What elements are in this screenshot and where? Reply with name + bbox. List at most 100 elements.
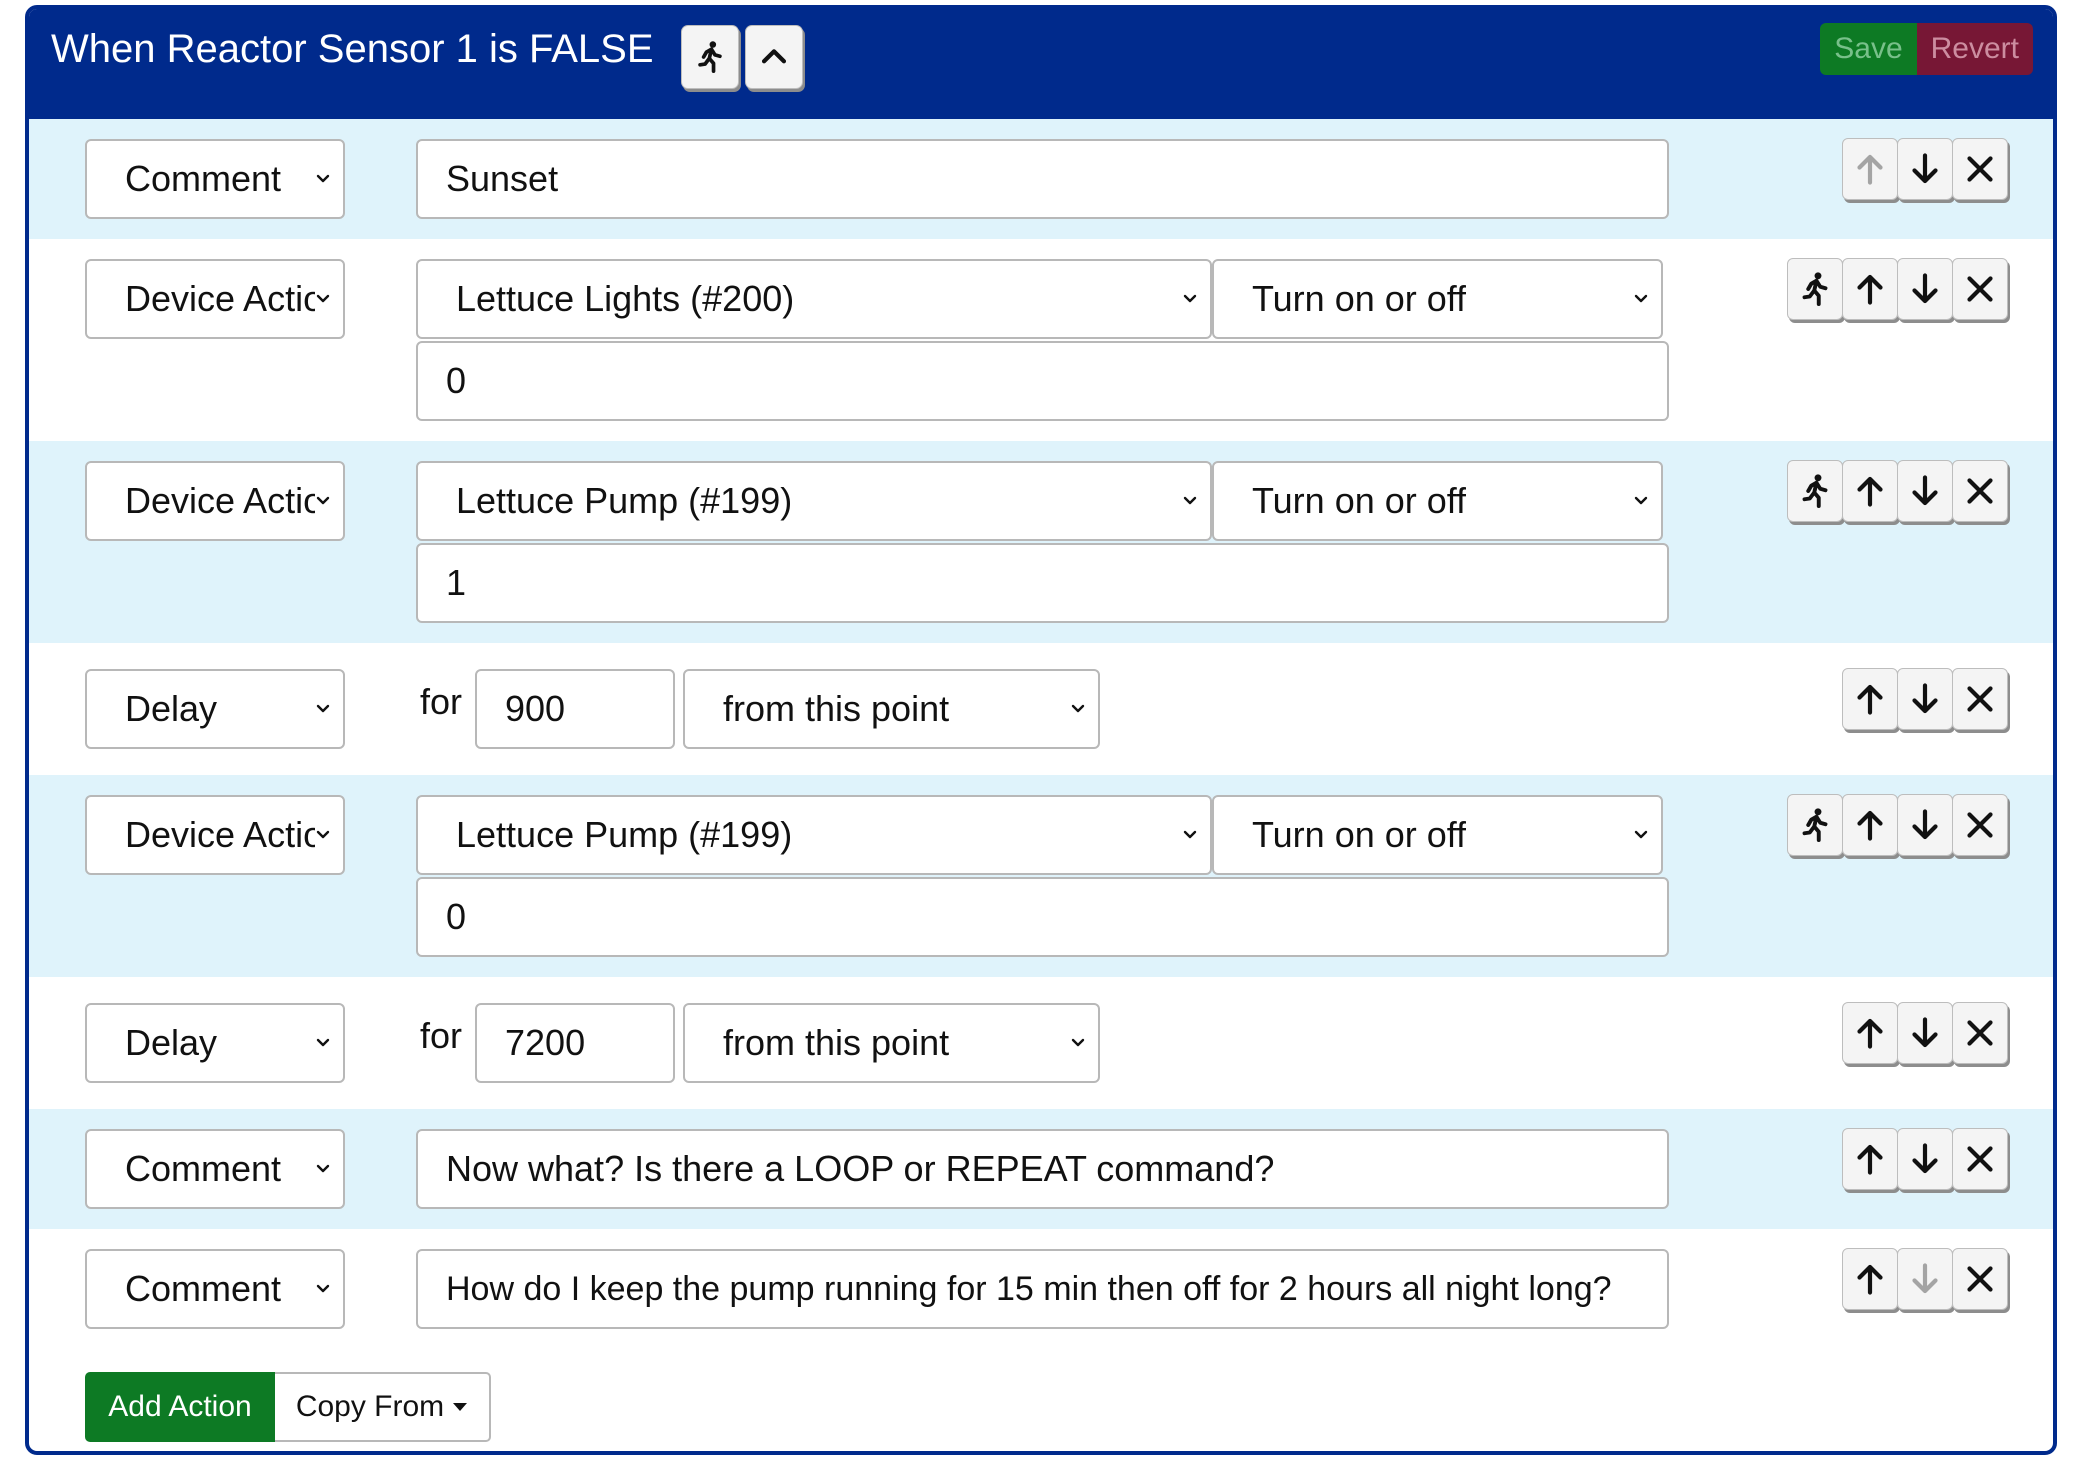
move-down-button[interactable] <box>1897 1002 1953 1064</box>
action-row: Comment How do I keep the pump running f… <box>29 1229 2053 1349</box>
delay-mode-select[interactable]: from this point <box>683 1003 1100 1083</box>
arrow-up-icon <box>1852 473 1888 509</box>
arrow-down-icon <box>1907 807 1943 843</box>
chevron-down-icon <box>1182 495 1198 507</box>
move-up-button[interactable] <box>1842 1002 1898 1064</box>
run-icon <box>1797 473 1833 509</box>
move-up-button[interactable] <box>1842 794 1898 856</box>
revert-button[interactable]: Revert <box>1916 23 2033 75</box>
action-type-select[interactable]: Delay <box>85 1003 345 1083</box>
chevron-up-icon <box>757 40 791 74</box>
action-type-select[interactable]: Comment <box>85 1249 345 1329</box>
chevron-down-icon <box>315 829 331 841</box>
comment-input[interactable]: Now what? Is there a LOOP or REPEAT comm… <box>416 1129 1669 1209</box>
action-value-input[interactable]: 1 <box>416 543 1669 623</box>
delete-button[interactable] <box>1952 1002 2008 1064</box>
activity-header: When Reactor Sensor 1 is FALSE Save Reve… <box>29 9 2053 119</box>
arrow-up-icon <box>1852 271 1888 307</box>
action-type-select[interactable]: Delay <box>85 669 345 749</box>
save-revert-group: Save Revert <box>1820 23 2033 75</box>
arrow-down-icon <box>1907 1261 1943 1297</box>
arrow-down-icon <box>1907 271 1943 307</box>
arrow-down-icon <box>1907 1015 1943 1051</box>
run-action-button[interactable] <box>1787 460 1843 522</box>
collapse-button[interactable] <box>745 25 803 89</box>
close-icon <box>1962 271 1998 307</box>
device-select[interactable]: Lettuce Lights (#200) <box>416 259 1212 339</box>
delay-seconds-input[interactable]: 900 <box>475 669 675 749</box>
action-value-input[interactable]: 0 <box>416 877 1669 957</box>
move-down-button[interactable] <box>1897 258 1953 320</box>
arrow-down-icon <box>1907 681 1943 717</box>
device-action-select[interactable]: Turn on or off <box>1212 259 1663 339</box>
move-down-button[interactable] <box>1897 460 1953 522</box>
arrow-up-icon <box>1852 1141 1888 1177</box>
chevron-down-icon <box>1633 829 1649 841</box>
action-type-select[interactable]: Comment <box>85 139 345 219</box>
delete-button[interactable] <box>1952 794 2008 856</box>
for-label: for <box>420 1015 463 1056</box>
action-row: Delay for 900 from this point <box>29 643 2053 775</box>
move-up-button[interactable] <box>1842 668 1898 730</box>
delete-button[interactable] <box>1952 138 2008 200</box>
chevron-down-icon <box>315 495 331 507</box>
arrow-up-icon <box>1852 1261 1888 1297</box>
move-up-button[interactable] <box>1842 460 1898 522</box>
delay-seconds-input[interactable]: 7200 <box>475 1003 675 1083</box>
action-row: Comment Now what? Is there a LOOP or REP… <box>29 1109 2053 1229</box>
arrow-up-icon <box>1852 681 1888 717</box>
run-icon <box>693 40 727 74</box>
run-icon <box>1797 271 1833 307</box>
action-row: Device Action Lettuce Pump (#199) Turn o… <box>29 775 2053 977</box>
delete-button[interactable] <box>1952 258 2008 320</box>
activity-title: When Reactor Sensor 1 is FALSE <box>51 27 654 71</box>
move-up-button[interactable] <box>1842 1128 1898 1190</box>
chevron-down-icon <box>315 1163 331 1175</box>
chevron-down-icon <box>1070 1037 1086 1049</box>
close-icon <box>1962 473 1998 509</box>
action-row: Device Action Lettuce Pump (#199) Turn o… <box>29 441 2053 643</box>
arrow-down-icon <box>1907 151 1943 187</box>
move-up-button[interactable] <box>1842 1248 1898 1310</box>
device-action-select[interactable]: Turn on or off <box>1212 795 1663 875</box>
close-icon <box>1962 1261 1998 1297</box>
run-activity-button[interactable] <box>681 25 739 89</box>
chevron-down-icon <box>1633 293 1649 305</box>
run-icon <box>1797 807 1833 843</box>
arrow-up-icon <box>1852 807 1888 843</box>
comment-input[interactable]: Sunset <box>416 139 1669 219</box>
device-select[interactable]: Lettuce Pump (#199) <box>416 795 1212 875</box>
action-type-select[interactable]: Comment <box>85 1129 345 1209</box>
save-button[interactable]: Save <box>1820 23 1917 75</box>
close-icon <box>1962 151 1998 187</box>
move-down-button[interactable] <box>1897 1128 1953 1190</box>
chevron-down-icon <box>315 703 331 715</box>
close-icon <box>1962 1141 1998 1177</box>
run-action-button[interactable] <box>1787 258 1843 320</box>
add-action-button[interactable]: Add Action <box>85 1372 275 1442</box>
move-up-button[interactable] <box>1842 138 1898 200</box>
chevron-down-icon <box>1182 293 1198 305</box>
arrow-down-icon <box>1907 1141 1943 1177</box>
move-up-button[interactable] <box>1842 258 1898 320</box>
close-icon <box>1962 807 1998 843</box>
delete-button[interactable] <box>1952 668 2008 730</box>
copy-from-button[interactable]: Copy From <box>275 1372 491 1442</box>
delete-button[interactable] <box>1952 1128 2008 1190</box>
delete-button[interactable] <box>1952 1248 2008 1310</box>
action-type-select[interactable]: Device Action <box>85 461 345 541</box>
device-action-select[interactable]: Turn on or off <box>1212 461 1663 541</box>
device-select[interactable]: Lettuce Pump (#199) <box>416 461 1212 541</box>
move-down-button[interactable] <box>1897 1248 1953 1310</box>
delete-button[interactable] <box>1952 460 2008 522</box>
action-value-input[interactable]: 0 <box>416 341 1669 421</box>
move-down-button[interactable] <box>1897 138 1953 200</box>
run-action-button[interactable] <box>1787 794 1843 856</box>
arrow-up-icon <box>1852 151 1888 187</box>
move-down-button[interactable] <box>1897 794 1953 856</box>
action-type-select[interactable]: Device Action <box>85 259 345 339</box>
comment-input[interactable]: How do I keep the pump running for 15 mi… <box>416 1249 1669 1329</box>
action-type-select[interactable]: Device Action <box>85 795 345 875</box>
delay-mode-select[interactable]: from this point <box>683 669 1100 749</box>
move-down-button[interactable] <box>1897 668 1953 730</box>
